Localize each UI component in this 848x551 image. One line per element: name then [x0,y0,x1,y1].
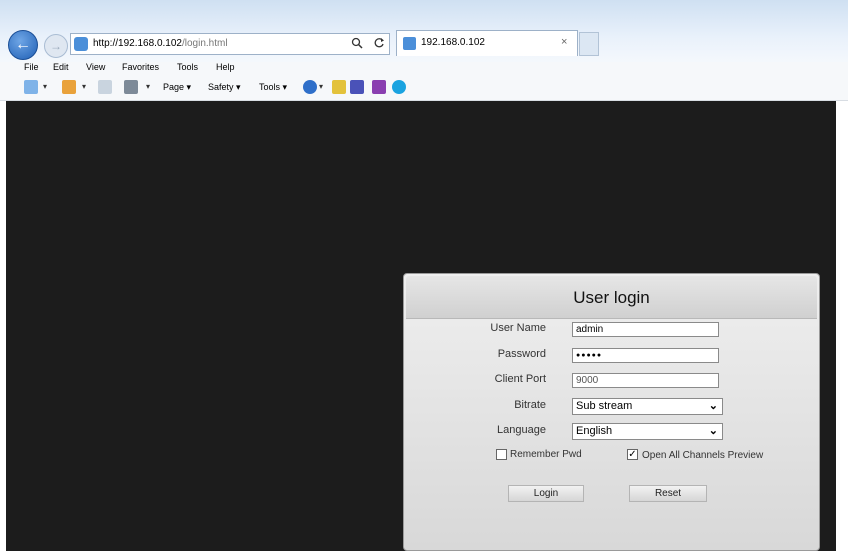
password-label: Password [497,348,546,360]
menu-help[interactable]: Help [216,62,235,72]
address-bar[interactable]: http://192.168.0.102/login.html [70,33,390,55]
menu-edit[interactable]: Edit [53,62,69,72]
onenote-send-icon[interactable] [372,80,386,94]
client-port-label: Client Port [494,373,546,385]
menu-view[interactable]: View [86,62,105,72]
open-all-channels-label: Open All Channels Preview [642,450,764,461]
open-all-channels-checkbox[interactable]: ✓ [627,449,638,460]
home-dropdown-icon[interactable]: ▾ [43,82,47,91]
page-menu[interactable]: Page ▾ [163,82,191,93]
tab-title: 192.168.0.102 [421,37,485,48]
bitrate-label: Bitrate [514,399,546,411]
address-path: /login.html [181,38,228,49]
address-url: http://192.168.0.102/login.html [93,38,228,49]
tab-favicon-icon [403,37,416,50]
login-button[interactable]: Login [508,485,584,502]
chevron-down-icon: ⌄ [708,400,718,412]
feeds-icon[interactable] [62,80,76,94]
login-dialog: User login User Name admin Password ●●●●… [403,273,820,551]
help-icon[interactable] [303,80,317,94]
tools-menu[interactable]: Tools ▾ [259,82,287,93]
feeds-dropdown-icon[interactable]: ▾ [82,82,86,91]
print-dropdown-icon[interactable]: ▾ [146,82,150,91]
chevron-down-icon: ⌄ [708,425,718,437]
close-icon[interactable]: × [561,36,567,48]
onenote-icon[interactable] [350,80,364,94]
help-dropdown-icon[interactable]: ▾ [319,82,323,91]
language-select[interactable]: English ⌄ [572,423,723,440]
dialog-header: User login [406,276,817,319]
reset-button[interactable]: Reset [629,485,707,502]
dialog-title: User login [573,288,650,307]
forward-button[interactable]: → [44,34,68,58]
site-favicon-icon [74,37,88,51]
new-tab-button[interactable] [579,32,599,56]
skype-icon[interactable] [392,80,406,94]
addon-lightning-icon[interactable] [332,80,346,94]
home-icon[interactable] [24,80,38,94]
address-host: http://192.168.0.102 [93,38,182,49]
password-input[interactable]: ●●●●● [572,348,719,363]
menu-file[interactable]: File [24,62,39,72]
safety-menu[interactable]: Safety ▾ [208,82,241,93]
tab-active[interactable]: 192.168.0.102 × [396,30,578,56]
menu-favorites[interactable]: Favorites [122,62,159,72]
refresh-icon[interactable] [373,37,385,52]
menu-tools[interactable]: Tools [177,62,198,72]
client-port-input[interactable]: 9000 [572,373,719,388]
bitrate-select[interactable]: Sub stream ⌄ [572,398,723,415]
language-value: English [576,425,613,437]
remember-pwd-checkbox[interactable] [496,449,507,460]
user-name-input[interactable]: admin [572,322,719,337]
user-name-label: User Name [490,322,546,334]
check-icon: ✓ [628,449,637,460]
remember-pwd-label: Remember Pwd [510,449,582,460]
language-label: Language [497,424,546,436]
bitrate-value: Sub stream [576,400,633,412]
print-icon[interactable] [124,80,138,94]
search-icon[interactable] [351,37,363,52]
mail-icon[interactable] [98,80,112,94]
back-button[interactable]: ← [8,30,38,60]
